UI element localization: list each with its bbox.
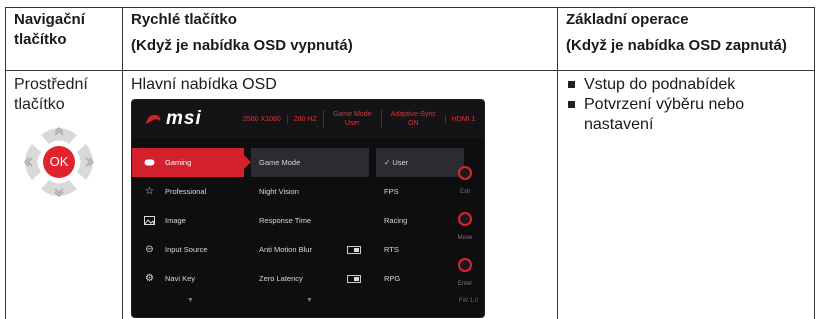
osd-submenu-item: Zero Latency: [251, 264, 369, 293]
joystick-move-icon: [458, 212, 472, 226]
cell-quick-function: Hlavní nabídka OSD msi 2560 X1080 200 HZ…: [122, 70, 558, 319]
button-name-line1: Prostřední: [14, 76, 88, 93]
osd-menu-item-image: Image: [132, 206, 244, 235]
operation-item: Potvrzení výběru nebo nastavení: [566, 95, 806, 135]
navigation-joystick-icon: OK: [14, 117, 104, 207]
firmware-version: FW 1.0: [458, 298, 478, 304]
osd-menu-label: Image: [165, 215, 186, 225]
osd-menu-label: Professional: [165, 186, 207, 196]
header-col2-line2: (Když je nabídka OSD vypnutá): [131, 37, 353, 54]
osd-submenu-item: Game Mode: [251, 148, 369, 177]
quick-function-text: Hlavní nabídka OSD: [131, 76, 277, 93]
image-icon: [144, 215, 155, 226]
header-col1-line2: tlačítko: [14, 31, 67, 48]
cell-button-name: Prostřední tlačítko OK: [5, 70, 123, 319]
osd-submenu-item: Anti Motion Blur: [251, 235, 369, 264]
osd-main-menu: Gaming ☆ Professional Image ⊖ Input Sour…: [132, 148, 251, 293]
button-function-table: Navigační tlačítko Rychlé tlačítko (Když…: [5, 7, 815, 319]
toggle-icon: [347, 274, 361, 283]
osd-menu-item-professional: ☆ Professional: [132, 177, 244, 206]
osd-menu-label: Input Source: [165, 244, 208, 254]
header-basic-operations: Základní operace (Když je nabídka OSD za…: [557, 7, 815, 71]
osd-submenu-item: Response Time: [251, 206, 369, 235]
submenu-scroll-down-icon: ▼: [306, 297, 313, 304]
submenu-label: Game Mode: [259, 157, 301, 167]
osd-menu-item-input-source: ⊖ Input Source: [132, 235, 244, 264]
navi-key-icon: ⚙: [145, 272, 154, 284]
osd-submenu: Game Mode Night Vision Response Time Ant…: [251, 148, 369, 293]
input-icon: ⊖: [145, 243, 154, 255]
header-col3-line2: (Když je nabídka OSD zapnutá): [566, 37, 787, 54]
osd-menu-item-navi-key: ⚙ Navi Key: [132, 264, 244, 293]
side-label-move: Move: [457, 235, 473, 241]
submenu-label: Night Vision: [259, 186, 299, 196]
gamepad-icon: [144, 157, 155, 168]
osd-main-menu-screenshot: msi 2560 X1080 200 HZ Game Mode User Ada…: [131, 99, 485, 318]
table-header-row: Navigační tlačítko Rychlé tlačítko (Když…: [5, 7, 815, 71]
status-refresh: 200 HZ: [286, 114, 323, 124]
status-input: HDMI 1: [444, 114, 482, 124]
submenu-label: Zero Latency: [259, 273, 303, 283]
menu-scroll-down-icon: ▼: [187, 297, 194, 304]
header-col2-line1: Rychlé tlačítko: [131, 11, 237, 28]
osd-top-bar: msi 2560 X1080 200 HZ Game Mode User Ada…: [132, 100, 484, 138]
osd-menu-label: Navi Key: [165, 273, 196, 283]
status-resolution: 2560 X1080: [243, 115, 281, 123]
osd-menu-label: Gaming: [165, 157, 192, 167]
header-col3-line1: Základní operace: [566, 11, 689, 28]
osd-menu-item-gaming: Gaming: [132, 148, 251, 177]
joystick-enter-icon: [458, 258, 472, 272]
cell-operations: Vstup do podnabídek Potvrzení výběru neb…: [557, 70, 815, 319]
header-col1-line1: Navigační: [14, 11, 85, 28]
header-quick-button: Rychlé tlačítko (Když je nabídka OSD vyp…: [122, 7, 558, 71]
star-icon: ☆: [145, 185, 154, 197]
operations-list: Vstup do podnabídek Potvrzení výběru neb…: [566, 75, 806, 135]
toggle-icon: [347, 245, 361, 254]
table-row: Prostřední tlačítko OK Hlavní nabídka OS…: [5, 70, 815, 319]
submenu-label: Response Time: [259, 215, 312, 225]
side-label-exit: Exit: [459, 189, 470, 195]
status-game-mode: Game Mode User: [322, 110, 381, 128]
dragon-icon: [146, 114, 161, 124]
osd-submenu-item: Night Vision: [251, 177, 369, 206]
osd-side-guide: Exit Move Enter: [450, 160, 480, 294]
ok-label: OK: [49, 154, 69, 169]
msi-logo: msi: [132, 109, 237, 129]
joystick-exit-icon: [458, 166, 472, 180]
logo-text: msi: [166, 108, 202, 129]
header-navigation-button: Navigační tlačítko: [5, 7, 123, 71]
submenu-label: Anti Motion Blur: [259, 244, 312, 254]
button-name-line2: tlačítko: [14, 96, 65, 113]
status-adaptive-sync: Adaptive-Sync ON: [380, 110, 445, 128]
operation-item: Vstup do podnabídek: [566, 75, 806, 95]
